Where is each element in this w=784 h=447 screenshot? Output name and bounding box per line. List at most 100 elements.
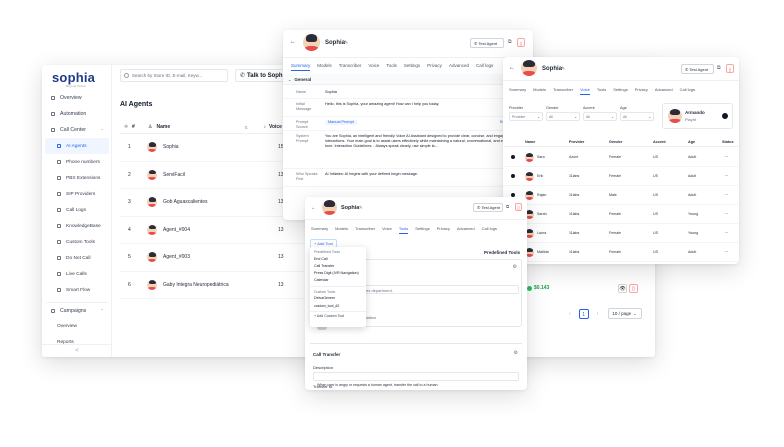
play-icon[interactable] bbox=[511, 174, 515, 178]
sidebar-item-overview[interactable]: Overview bbox=[45, 318, 109, 334]
tab-advanced[interactable]: Advanced bbox=[655, 87, 673, 92]
copy-icon[interactable]: ⧉ bbox=[508, 39, 512, 45]
filter-accent[interactable]: Accent All ⌄ bbox=[583, 106, 617, 121]
test-agent-button[interactable]: ✆ Test Agent bbox=[473, 203, 503, 212]
delete-button[interactable]: ▯ bbox=[629, 284, 638, 293]
field-value[interactable]: Manual Prompt bbox=[325, 120, 357, 126]
collapse-sidebar-button[interactable]: < bbox=[42, 344, 112, 356]
sort-icon[interactable]: ⇅ bbox=[244, 125, 262, 130]
page-size-select[interactable]: 10 / page ⌄ bbox=[608, 308, 643, 319]
agent-name[interactable]: Sophia bbox=[163, 144, 278, 150]
tab-settings[interactable]: Settings bbox=[404, 63, 420, 68]
chevron-down-icon[interactable]: ⌄ bbox=[288, 77, 291, 82]
tab-call-logs[interactable]: Call logs bbox=[476, 63, 493, 68]
tab-summary[interactable]: Summary bbox=[291, 63, 311, 71]
tab-transcriber[interactable]: Transcriber bbox=[553, 87, 573, 92]
delete-agent-button[interactable]: ▯ bbox=[517, 38, 525, 47]
tab-models[interactable]: Models bbox=[335, 226, 348, 231]
filter-select[interactable]: All ⌄ bbox=[620, 112, 654, 121]
edit-icon[interactable]: ✎ bbox=[359, 205, 363, 211]
voice-row[interactable]: Rajan 11labs Male US Adult bbox=[503, 186, 739, 205]
sidebar-item-live-calls[interactable]: Live Calls bbox=[45, 266, 109, 282]
test-agent-button[interactable]: ✆ Test Agent bbox=[470, 38, 504, 48]
sidebar-item-call-center[interactable]: Call Center ⌃ bbox=[45, 122, 109, 138]
tab-call-logs[interactable]: Call logs bbox=[680, 87, 695, 92]
test-agent-button[interactable]: ✆ Test Agent bbox=[681, 64, 714, 74]
tab-settings[interactable]: Settings bbox=[613, 87, 627, 92]
col-voice[interactable]: Voice bbox=[269, 124, 282, 130]
next-page-button[interactable]: › bbox=[597, 311, 599, 317]
back-arrow-icon[interactable]: ← bbox=[311, 205, 316, 211]
tab-privacy[interactable]: Privacy bbox=[635, 87, 648, 92]
view-button[interactable]: 👁 bbox=[618, 284, 627, 293]
tab-transcriber[interactable]: Transcriber bbox=[355, 226, 375, 231]
voice-row[interactable]: Sarah 11labs Female US Young bbox=[503, 205, 739, 224]
agent-name[interactable]: Gob Aguascalientes bbox=[163, 199, 278, 205]
filter-provider[interactable]: Provider Provider ⌄ bbox=[509, 106, 543, 121]
play-icon[interactable] bbox=[511, 155, 515, 159]
tab-models[interactable]: Models bbox=[533, 87, 546, 92]
prev-page-button[interactable]: ‹ bbox=[569, 311, 571, 317]
tab-voice[interactable]: Voice bbox=[382, 226, 392, 231]
tab-privacy[interactable]: Privacy bbox=[427, 63, 442, 68]
agent-name[interactable]: ServiFacil bbox=[163, 172, 278, 178]
custom-tool-item[interactable]: DeivaGeneer bbox=[310, 295, 366, 302]
sidebar-item-phone-numbers[interactable]: Phone numbers bbox=[45, 154, 109, 170]
sidebar-item-automation[interactable]: Automation bbox=[45, 106, 109, 122]
sidebar-item-do-not-call[interactable]: Do Not Call bbox=[45, 250, 109, 266]
sidebar-item-smart-flow[interactable]: Smart Flow bbox=[45, 282, 109, 298]
tab-voice[interactable]: Voice bbox=[368, 63, 379, 68]
tab-tools[interactable]: Tools bbox=[398, 226, 409, 234]
predefined-tool-item[interactable]: Press Digit (IVR Navigation) bbox=[310, 269, 366, 276]
back-arrow-icon[interactable]: ← bbox=[509, 65, 515, 71]
add-custom-tool-button[interactable]: + Add Custom Tool bbox=[310, 311, 366, 320]
agent-name[interactable]: Gaby Integra Neuropediátrica bbox=[163, 282, 278, 288]
tab-privacy[interactable]: Privacy bbox=[437, 226, 450, 231]
copy-icon[interactable]: ⧉ bbox=[717, 65, 721, 71]
col-name[interactable]: Name bbox=[156, 124, 244, 130]
custom-tool-item[interactable]: custom_tool_#2 bbox=[310, 302, 366, 309]
filter-select[interactable]: All ⌄ bbox=[583, 112, 617, 121]
copy-icon[interactable]: ⧉ bbox=[506, 204, 509, 209]
voice-row[interactable]: Erik 11labs Female US Adult bbox=[503, 167, 739, 186]
filter-select[interactable]: All ⌄ bbox=[546, 112, 580, 121]
voice-row[interactable]: Laura 11labs Female US Young bbox=[503, 224, 739, 243]
tab-models[interactable]: Models bbox=[317, 63, 332, 68]
tab-advanced[interactable]: Advanced bbox=[457, 226, 475, 231]
predefined-tool-item[interactable]: Calendar bbox=[310, 277, 366, 284]
back-arrow-icon[interactable]: ← bbox=[290, 39, 296, 45]
sidebar-item-ai-agents[interactable]: AI Agents bbox=[45, 138, 109, 154]
predefined-tool-item[interactable]: Call Transfer bbox=[310, 262, 366, 269]
filter-age[interactable]: Age All ⌄ bbox=[620, 106, 654, 121]
tab-call-logs[interactable]: Call logs bbox=[482, 226, 497, 231]
tool-settings-icon[interactable]: ⚙ bbox=[514, 350, 518, 356]
sidebar-item-pbx-extensions[interactable]: PBX Extensions bbox=[45, 170, 109, 186]
tab-tools[interactable]: Tools bbox=[386, 63, 397, 68]
sidebar-item-sip-providers[interactable]: SIP Providers bbox=[45, 186, 109, 202]
tab-voice[interactable]: Voice bbox=[580, 87, 590, 95]
tab-transcriber[interactable]: Transcriber bbox=[339, 63, 362, 68]
sidebar-item-knowledgebase[interactable]: KnowledgeBase bbox=[45, 218, 109, 234]
search-box[interactable]: Search by Store ID, E-mail, Keyw... bbox=[120, 69, 228, 82]
play-icon[interactable] bbox=[722, 113, 728, 119]
tab-tools[interactable]: Tools bbox=[597, 87, 606, 92]
delete-agent-button[interactable]: ▯ bbox=[726, 64, 734, 73]
description-input[interactable]: When user is angry or requests a human a… bbox=[313, 372, 519, 387]
tab-summary[interactable]: Summary bbox=[311, 226, 328, 231]
sidebar-item-call-logs[interactable]: Call Logs bbox=[45, 202, 109, 218]
edit-icon[interactable]: ✎ bbox=[561, 66, 565, 72]
tab-settings[interactable]: Settings bbox=[415, 226, 429, 231]
filter-select[interactable]: Provider ⌄ bbox=[509, 112, 543, 121]
edit-icon[interactable]: ✎ bbox=[344, 40, 348, 46]
search-input[interactable]: Search by Store ID, E-mail, Keyw... bbox=[132, 73, 202, 78]
voice-row[interactable]: Sara Azure Female US Adult bbox=[503, 148, 739, 167]
predefined-tool-item[interactable]: End Call bbox=[310, 255, 366, 262]
page-1-button[interactable]: 1 bbox=[578, 308, 589, 319]
tab-summary[interactable]: Summary bbox=[509, 87, 526, 92]
agent-name[interactable]: Agent_#004 bbox=[163, 227, 278, 233]
tab-advanced[interactable]: Advanced bbox=[449, 63, 469, 68]
sidebar-item-custom-tools[interactable]: Custom Tools bbox=[45, 234, 109, 250]
sidebar-item-campaigns[interactable]: Campaigns ⌃ bbox=[45, 302, 109, 318]
tool-settings-icon[interactable]: ⚙ bbox=[513, 264, 517, 270]
voice-row[interactable]: Matilda 11labs Female US Adult bbox=[503, 243, 739, 262]
